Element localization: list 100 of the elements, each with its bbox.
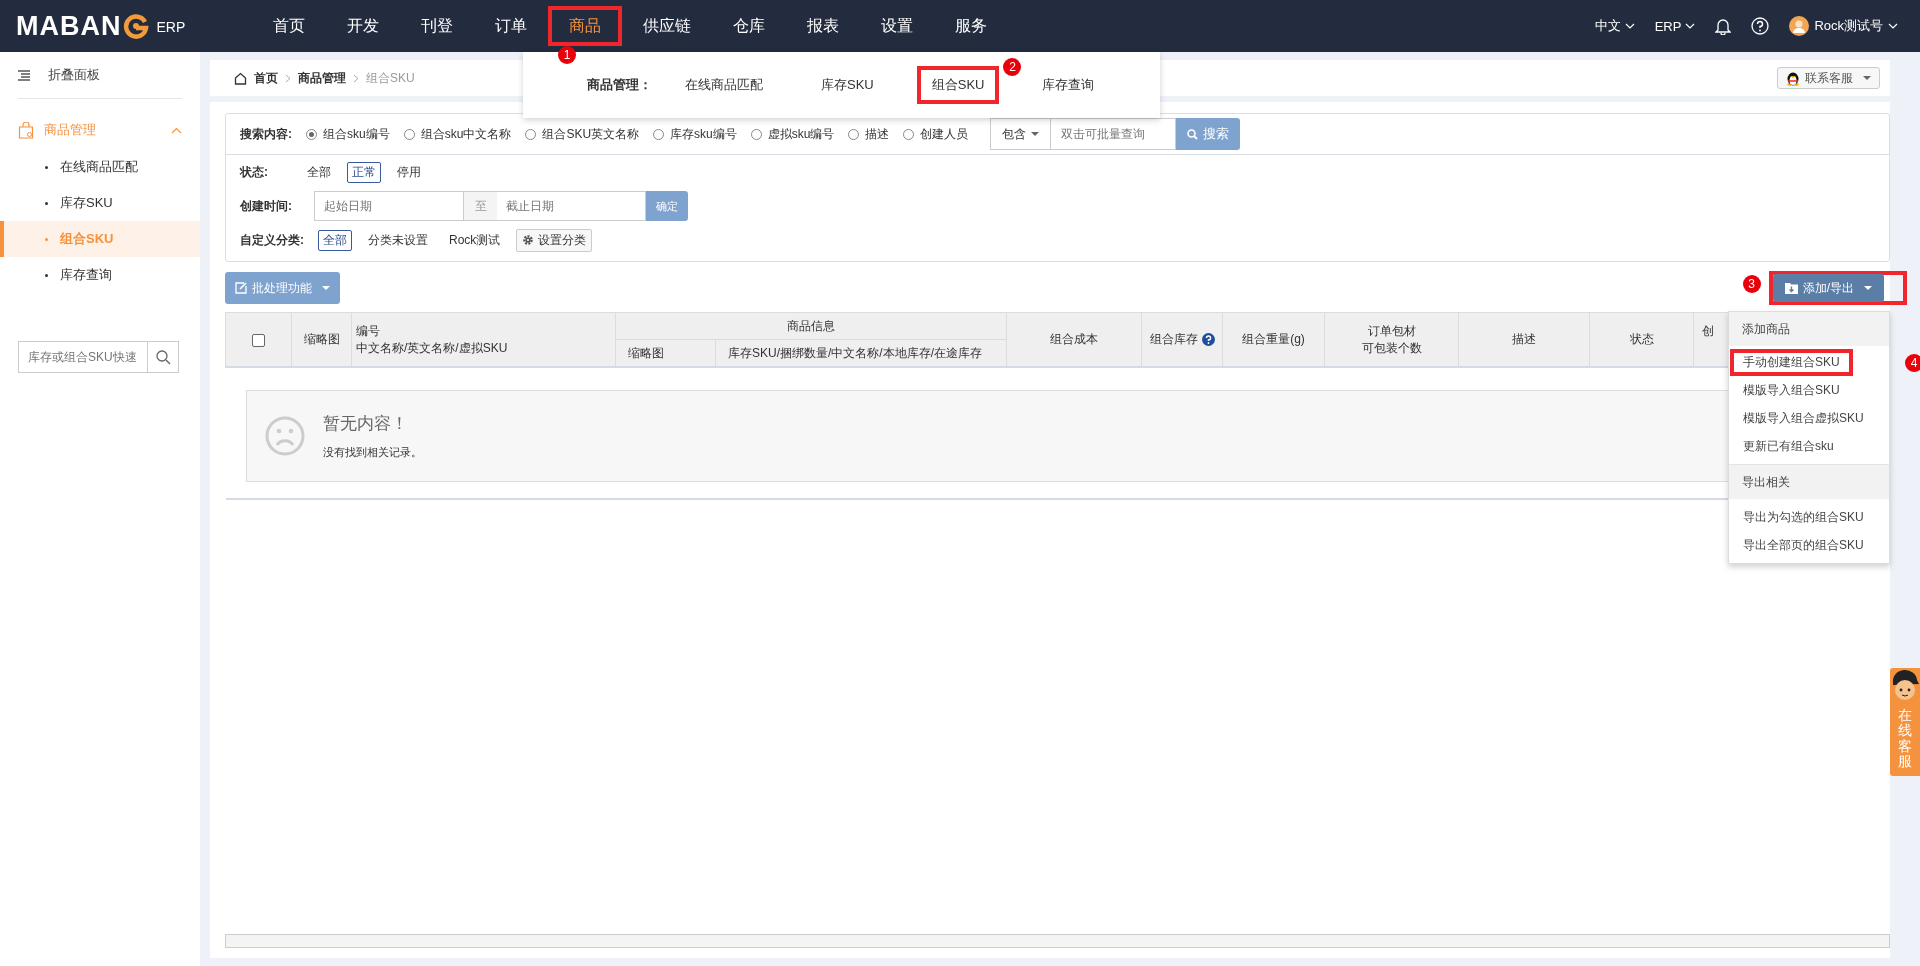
- sidebar-item[interactable]: 在线商品匹配: [0, 149, 200, 185]
- gear-icon: [522, 234, 535, 246]
- nav-item[interactable]: 仓库: [712, 6, 786, 46]
- chevron-icon: [1685, 23, 1696, 29]
- logo-text: MABAN: [16, 10, 122, 42]
- end-date-field[interactable]: 截止日期: [497, 191, 646, 221]
- menu-group-header: 添加商品: [1729, 312, 1889, 346]
- search-field[interactable]: 库存或组合SKU快速: [18, 341, 148, 373]
- column-header: 库存SKU/捆绑数量/中文名称/本地库存/在途库存: [728, 345, 982, 360]
- sidebar-item[interactable]: 库存SKU: [0, 185, 200, 221]
- step-marker: 2: [1003, 58, 1022, 76]
- user-menu[interactable]: Rock测试号: [1789, 16, 1898, 36]
- step-marker: 4: [1905, 354, 1920, 372]
- nav-item[interactable]: 设置: [860, 6, 934, 46]
- submenu-link[interactable]: 库存查询: [1027, 66, 1110, 104]
- logo-icon: [122, 13, 149, 39]
- menu-item[interactable]: 模版导入组合SKU: [1730, 376, 1853, 404]
- category-settings-button[interactable]: 设置分类: [516, 228, 593, 252]
- status-filter-option[interactable]: 停用: [392, 161, 426, 183]
- breadcrumb-link[interactable]: 首页: [254, 69, 278, 87]
- nav-item[interactable]: 刊登: [400, 6, 474, 46]
- select-all-checkbox[interactable]: [252, 333, 265, 347]
- chevron-icon: [285, 73, 291, 83]
- sidebar-item[interactable]: 库存查询: [0, 257, 200, 293]
- radio-option[interactable]: 组合sku中文名称: [403, 125, 512, 143]
- language-dropdown[interactable]: 中文: [1594, 17, 1635, 35]
- date-separator: 至: [464, 191, 497, 221]
- nav-item[interactable]: 供应链: [622, 6, 712, 46]
- radio-option[interactable]: 库存sku编号: [653, 125, 737, 143]
- category-filter-option[interactable]: Rock测试: [444, 229, 506, 251]
- sad-face-icon: [264, 416, 305, 456]
- column-header: 商品信息: [787, 318, 835, 333]
- column-header: 创: [1702, 324, 1714, 338]
- menu-item[interactable]: 模版导入组合虚拟SKU: [1730, 404, 1877, 432]
- search-button[interactable]: [148, 341, 179, 373]
- radio-option[interactable]: 虚拟sku编号: [750, 125, 835, 143]
- search-icon: [1187, 128, 1199, 140]
- menu-item[interactable]: 导出为勾选的组合SKU: [1730, 503, 1877, 531]
- column-header: 可包装个数: [1360, 339, 1423, 357]
- radio-option[interactable]: 组合sku编号: [306, 125, 390, 143]
- help-icon[interactable]: [1751, 17, 1770, 35]
- submenu-link[interactable]: 库存SKU: [806, 66, 889, 104]
- chevron-icon: [1624, 23, 1635, 29]
- menu-item[interactable]: 更新已有组合sku: [1730, 432, 1847, 460]
- online-support-label: 在线客服: [1898, 708, 1912, 770]
- menu-item[interactable]: 手动创建组合SKU: [1730, 348, 1853, 376]
- category-filter-option[interactable]: 分类未设置: [363, 229, 433, 251]
- home-icon: [234, 71, 247, 85]
- bell-icon[interactable]: [1715, 17, 1732, 35]
- field-label: 搜索内容:: [240, 125, 292, 143]
- nav-item[interactable]: 服务: [934, 6, 1008, 46]
- radio-option[interactable]: 组合SKU英文名称: [525, 125, 640, 143]
- avatar-icon: [1789, 16, 1810, 36]
- empty-title: 暂无内容！: [322, 413, 409, 435]
- column-header: 缩略图: [628, 345, 664, 360]
- chevron-icon: [1888, 23, 1898, 29]
- empty-message: 没有找到相关记录。: [322, 445, 422, 460]
- submenu-link[interactable]: 在线商品匹配: [670, 66, 778, 104]
- field-label: 自定义分类:: [240, 231, 304, 249]
- category-filter-option[interactable]: 全部: [318, 229, 352, 251]
- help-icon[interactable]: [1201, 333, 1215, 346]
- nav-item[interactable]: 商品: [548, 6, 622, 46]
- field-label: 状态:: [240, 163, 269, 181]
- column-header: 订单包材: [1366, 322, 1417, 340]
- breadcrumb-link[interactable]: 商品管理: [298, 69, 346, 87]
- collapse-panel-button[interactable]: 折叠面板: [18, 52, 182, 99]
- menu-group-header: 导出相关: [1729, 464, 1889, 499]
- edit-icon: [235, 282, 247, 294]
- column-header: 编号: [356, 322, 381, 340]
- nav-item[interactable]: 首页: [252, 6, 326, 46]
- column-header: 描述: [1512, 331, 1536, 348]
- query-field[interactable]: 双击可批量查询: [1051, 118, 1177, 150]
- search-icon: [155, 349, 171, 365]
- column-header: 组合成本: [1050, 331, 1098, 348]
- column-header: 组合库存: [1149, 331, 1198, 348]
- column-header: 状态: [1629, 331, 1654, 348]
- menu-icon: [18, 69, 30, 81]
- nav-item[interactable]: 报表: [786, 6, 860, 46]
- chevron-icon: [353, 73, 359, 83]
- status-filter-option[interactable]: 正常: [347, 161, 381, 183]
- status-filter-option[interactable]: 全部: [302, 161, 336, 183]
- logo-suffix: ERP: [156, 18, 186, 35]
- contact-support-button[interactable]: 联系客服: [1777, 67, 1880, 89]
- radio-option[interactable]: 创建人员: [903, 125, 969, 143]
- field-label: 创建时间:: [240, 197, 292, 215]
- add-export-button[interactable]: 添加/导出: [1772, 274, 1884, 302]
- nav-item[interactable]: 订单: [474, 6, 548, 46]
- nav-item[interactable]: 开发: [326, 6, 400, 46]
- penguin-icon: [1786, 70, 1800, 86]
- menu-heading: 商品管理：: [587, 76, 652, 94]
- radio-option[interactable]: 描述: [848, 125, 890, 143]
- horizontal-scrollbar[interactable]: [225, 934, 1890, 948]
- download-folder-icon: [1784, 282, 1798, 294]
- menu-item[interactable]: 导出全部页的组合SKU: [1730, 531, 1877, 559]
- column-header: 缩略图: [303, 331, 340, 348]
- column-header: 中文名称/英文名称/虚拟SKU: [356, 339, 509, 357]
- submenu-link[interactable]: 组合SKU: [916, 66, 1000, 104]
- system-dropdown[interactable]: ERP: [1654, 18, 1696, 34]
- step-marker: 3: [1742, 275, 1761, 293]
- start-date-field[interactable]: 起始日期: [314, 191, 464, 221]
